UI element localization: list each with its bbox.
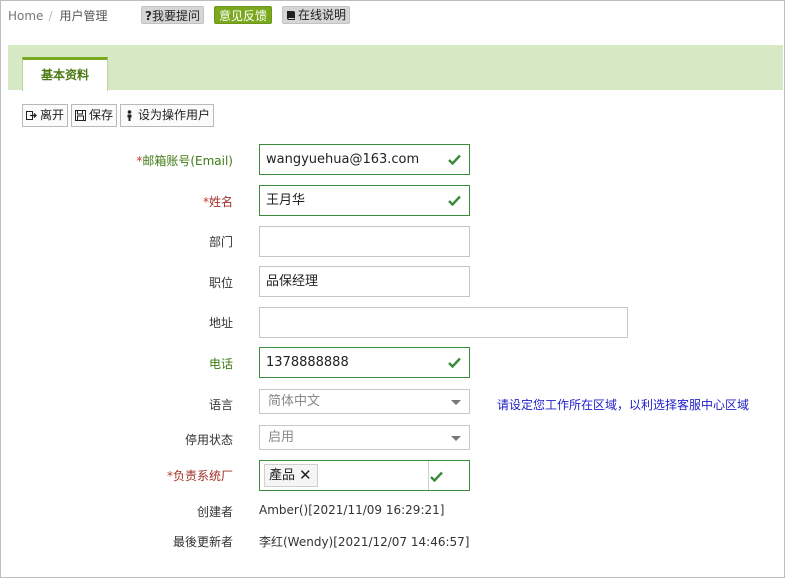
dropdown-caret-icon xyxy=(451,436,461,441)
checkmark-icon xyxy=(448,357,461,368)
leave-button[interactable]: 离开 xyxy=(22,104,69,127)
tab-strip xyxy=(8,45,783,90)
department-label: 部门 xyxy=(208,235,233,249)
breadcrumb: Home / 用户管理 xyxy=(8,7,108,24)
address-label: 地址 xyxy=(208,316,233,330)
question-mark-icon: ? xyxy=(145,9,152,23)
manual-label: 在线说明 xyxy=(298,8,347,22)
phone-label: 电话 xyxy=(208,357,233,371)
ask-question-button[interactable]: ?我要提问 xyxy=(141,6,204,24)
vendor-tag: 產品 ✕ xyxy=(264,464,318,487)
checkmark-icon xyxy=(448,154,461,165)
position-value: 品保经理 xyxy=(266,274,319,289)
language-select[interactable]: 简体中文 xyxy=(259,389,470,414)
language-hint: 请设定您工作所在区域，以利选择客服中心区域 xyxy=(497,398,750,412)
language-label: 语言 xyxy=(208,398,233,412)
phone-field[interactable]: 1378888888 xyxy=(259,347,470,378)
creator-label: 创建者 xyxy=(196,505,233,519)
position-field[interactable]: 品保经理 xyxy=(259,266,470,297)
language-selected: 简体中文 xyxy=(268,394,321,409)
feedback-button[interactable]: 意见反馈 xyxy=(213,6,272,24)
exit-icon xyxy=(26,111,37,120)
action-toolbar: 离开 保存 设为操作用户 xyxy=(22,104,215,127)
ask-question-label: 我要提问 xyxy=(151,9,200,23)
department-field[interactable] xyxy=(259,226,470,257)
checkmark-icon xyxy=(448,195,461,206)
status-select[interactable]: 启用 xyxy=(259,425,470,450)
email-label-text: 邮箱账号(Email) xyxy=(142,154,233,168)
set-operator-button[interactable]: 设为操作用户 xyxy=(120,104,215,127)
phone-value: 1378888888 xyxy=(266,355,349,370)
book-icon xyxy=(287,10,295,20)
save-button[interactable]: 保存 xyxy=(71,104,118,127)
name-field[interactable]: 王月华 xyxy=(259,185,470,216)
breadcrumb-separator: / xyxy=(48,8,53,23)
breadcrumb-home[interactable]: Home xyxy=(8,9,43,23)
divider xyxy=(428,461,429,490)
status-label: 停用状态 xyxy=(184,433,233,447)
name-label: *姓名 xyxy=(203,193,233,210)
name-label-text: 姓名 xyxy=(208,195,233,209)
status-selected: 启用 xyxy=(268,430,295,445)
user-icon xyxy=(127,110,132,121)
save-label: 保存 xyxy=(89,108,114,122)
vendor-label-text: 负责系统厂 xyxy=(172,469,233,483)
email-label: *邮箱账号(Email) xyxy=(136,152,233,169)
remove-icon[interactable]: ✕ xyxy=(299,465,312,486)
manual-button[interactable]: 在线说明 xyxy=(282,6,351,24)
vendor-label: *负责系统厂 xyxy=(167,467,233,484)
name-value: 王月华 xyxy=(266,193,306,208)
email-field[interactable]: wangyuehua@163.com xyxy=(259,144,470,175)
top-buttons: ?我要提问 意见反馈 在线说明 xyxy=(141,6,351,24)
updater-value: 李红(Wendy)[2021/12/07 14:46:57] xyxy=(259,535,470,549)
address-field[interactable] xyxy=(259,307,628,338)
position-label: 职位 xyxy=(208,276,233,290)
checkmark-icon xyxy=(430,471,443,482)
vendor-multiselect[interactable]: 產品 ✕ xyxy=(259,460,470,491)
dropdown-caret-icon xyxy=(451,400,461,405)
set-operator-label: 设为操作用户 xyxy=(138,108,211,122)
tab-basic-info[interactable]: 基本资料 xyxy=(22,57,108,91)
save-icon xyxy=(75,110,87,121)
breadcrumb-current: 用户管理 xyxy=(59,9,108,23)
leave-label: 离开 xyxy=(40,108,65,122)
vendor-tag-label: 產品 xyxy=(269,468,296,483)
email-value: wangyuehua@163.com xyxy=(266,152,420,167)
creator-value: Amber()[2021/11/09 16:29:21] xyxy=(259,503,445,517)
updater-label: 最後更新者 xyxy=(172,535,233,549)
